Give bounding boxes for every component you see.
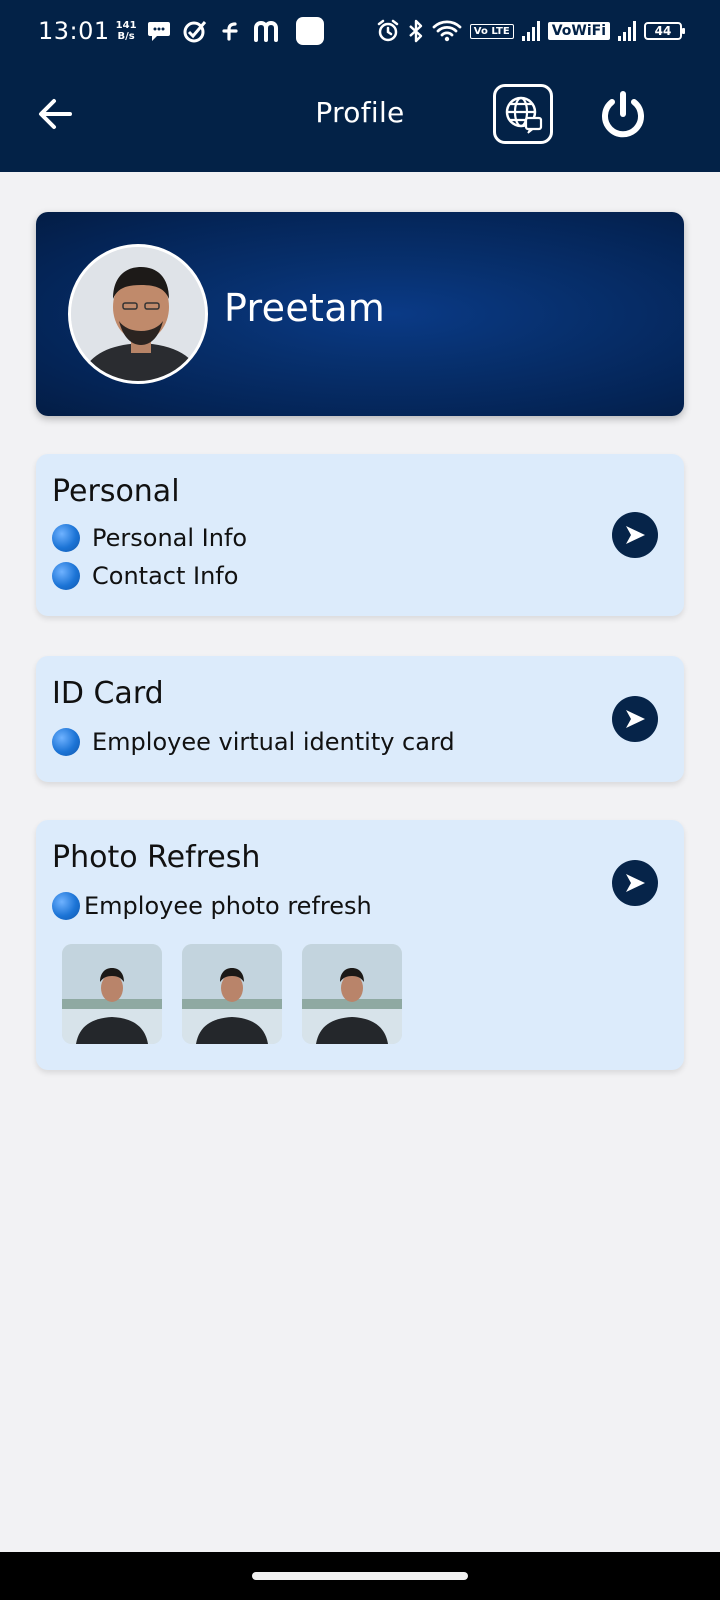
globe-translate-icon (505, 96, 543, 134)
wifi-icon (432, 20, 462, 42)
personal-info-label: Personal Info (92, 524, 248, 552)
employee-photo (302, 944, 402, 1044)
list-item: Employee virtual identity card (52, 728, 455, 756)
personal-card[interactable]: Personal Personal Info Contact Info (36, 454, 684, 616)
profile-name: Preetam (224, 286, 386, 330)
network-speed: 141 B/s (116, 20, 137, 42)
id-card-title: ID Card (52, 676, 164, 711)
profile-card: Preetam (36, 212, 684, 416)
contact-info-label: Contact Info (92, 562, 239, 590)
photo-refresh-card[interactable]: Photo Refresh Employee photo refresh (36, 820, 684, 1070)
status-time: 13:01 (38, 17, 110, 45)
avatar[interactable] (68, 244, 208, 384)
blue-circle-icon (52, 562, 80, 590)
photo-refresh-title: Photo Refresh (52, 840, 261, 875)
bluetooth-icon (408, 19, 422, 43)
home-gesture-handle[interactable] (252, 1572, 468, 1580)
play-arrow-icon (626, 710, 645, 728)
play-arrow-icon (626, 874, 645, 892)
battery-icon: 44 (644, 22, 685, 40)
app-square-icon (295, 17, 324, 45)
play-arrow-icon (626, 526, 645, 544)
id-card-card[interactable]: ID Card Employee virtual identity card (36, 656, 684, 782)
blue-circle-icon (52, 892, 80, 920)
check-target-icon (183, 21, 206, 43)
signal-bars-icon (521, 21, 540, 41)
status-bar: 13:01 141 B/s Vo LTE VoWiFi 44 (0, 0, 720, 62)
language-button[interactable] (493, 84, 553, 144)
logout-button[interactable] (596, 88, 650, 142)
system-nav-bar (0, 1552, 720, 1600)
blue-circle-icon (52, 524, 80, 552)
id-card-go-button[interactable] (612, 696, 658, 742)
employee-photo (62, 944, 162, 1044)
photo-refresh-go-button[interactable] (612, 860, 658, 906)
photo-refresh-desc: Employee photo refresh (84, 892, 372, 920)
employee-photo (182, 944, 282, 1044)
alarm-icon (377, 19, 399, 42)
signal-bars-2-icon (618, 21, 636, 41)
system-icons: Vo LTE VoWiFi 44 (376, 19, 685, 43)
list-item: Personal Info (52, 524, 247, 552)
list-item: Contact Info (52, 562, 238, 590)
vowifi-badge: VoWiFi (547, 22, 610, 40)
notification-icons (147, 16, 325, 46)
photo-thumbnail[interactable] (302, 944, 402, 1044)
power-icon (602, 91, 644, 138)
avatar-photo (71, 247, 205, 381)
photo-thumbnail[interactable] (62, 944, 162, 1044)
personal-go-button[interactable] (612, 512, 658, 558)
blue-circle-icon (52, 728, 80, 756)
network-speed-value: 141 (115, 20, 137, 31)
volte-badge: Vo LTE (469, 23, 514, 39)
app-f-icon (221, 22, 238, 41)
personal-title: Personal (52, 474, 180, 509)
id-card-desc: Employee virtual identity card (92, 728, 455, 756)
app-bar: Profile (0, 62, 720, 172)
chat-bubble-icon (147, 22, 170, 41)
app-m-icon (253, 20, 278, 42)
network-speed-unit: B/s (117, 31, 135, 42)
photo-thumbnail[interactable] (182, 944, 282, 1044)
list-item: Employee photo refresh (52, 892, 372, 920)
